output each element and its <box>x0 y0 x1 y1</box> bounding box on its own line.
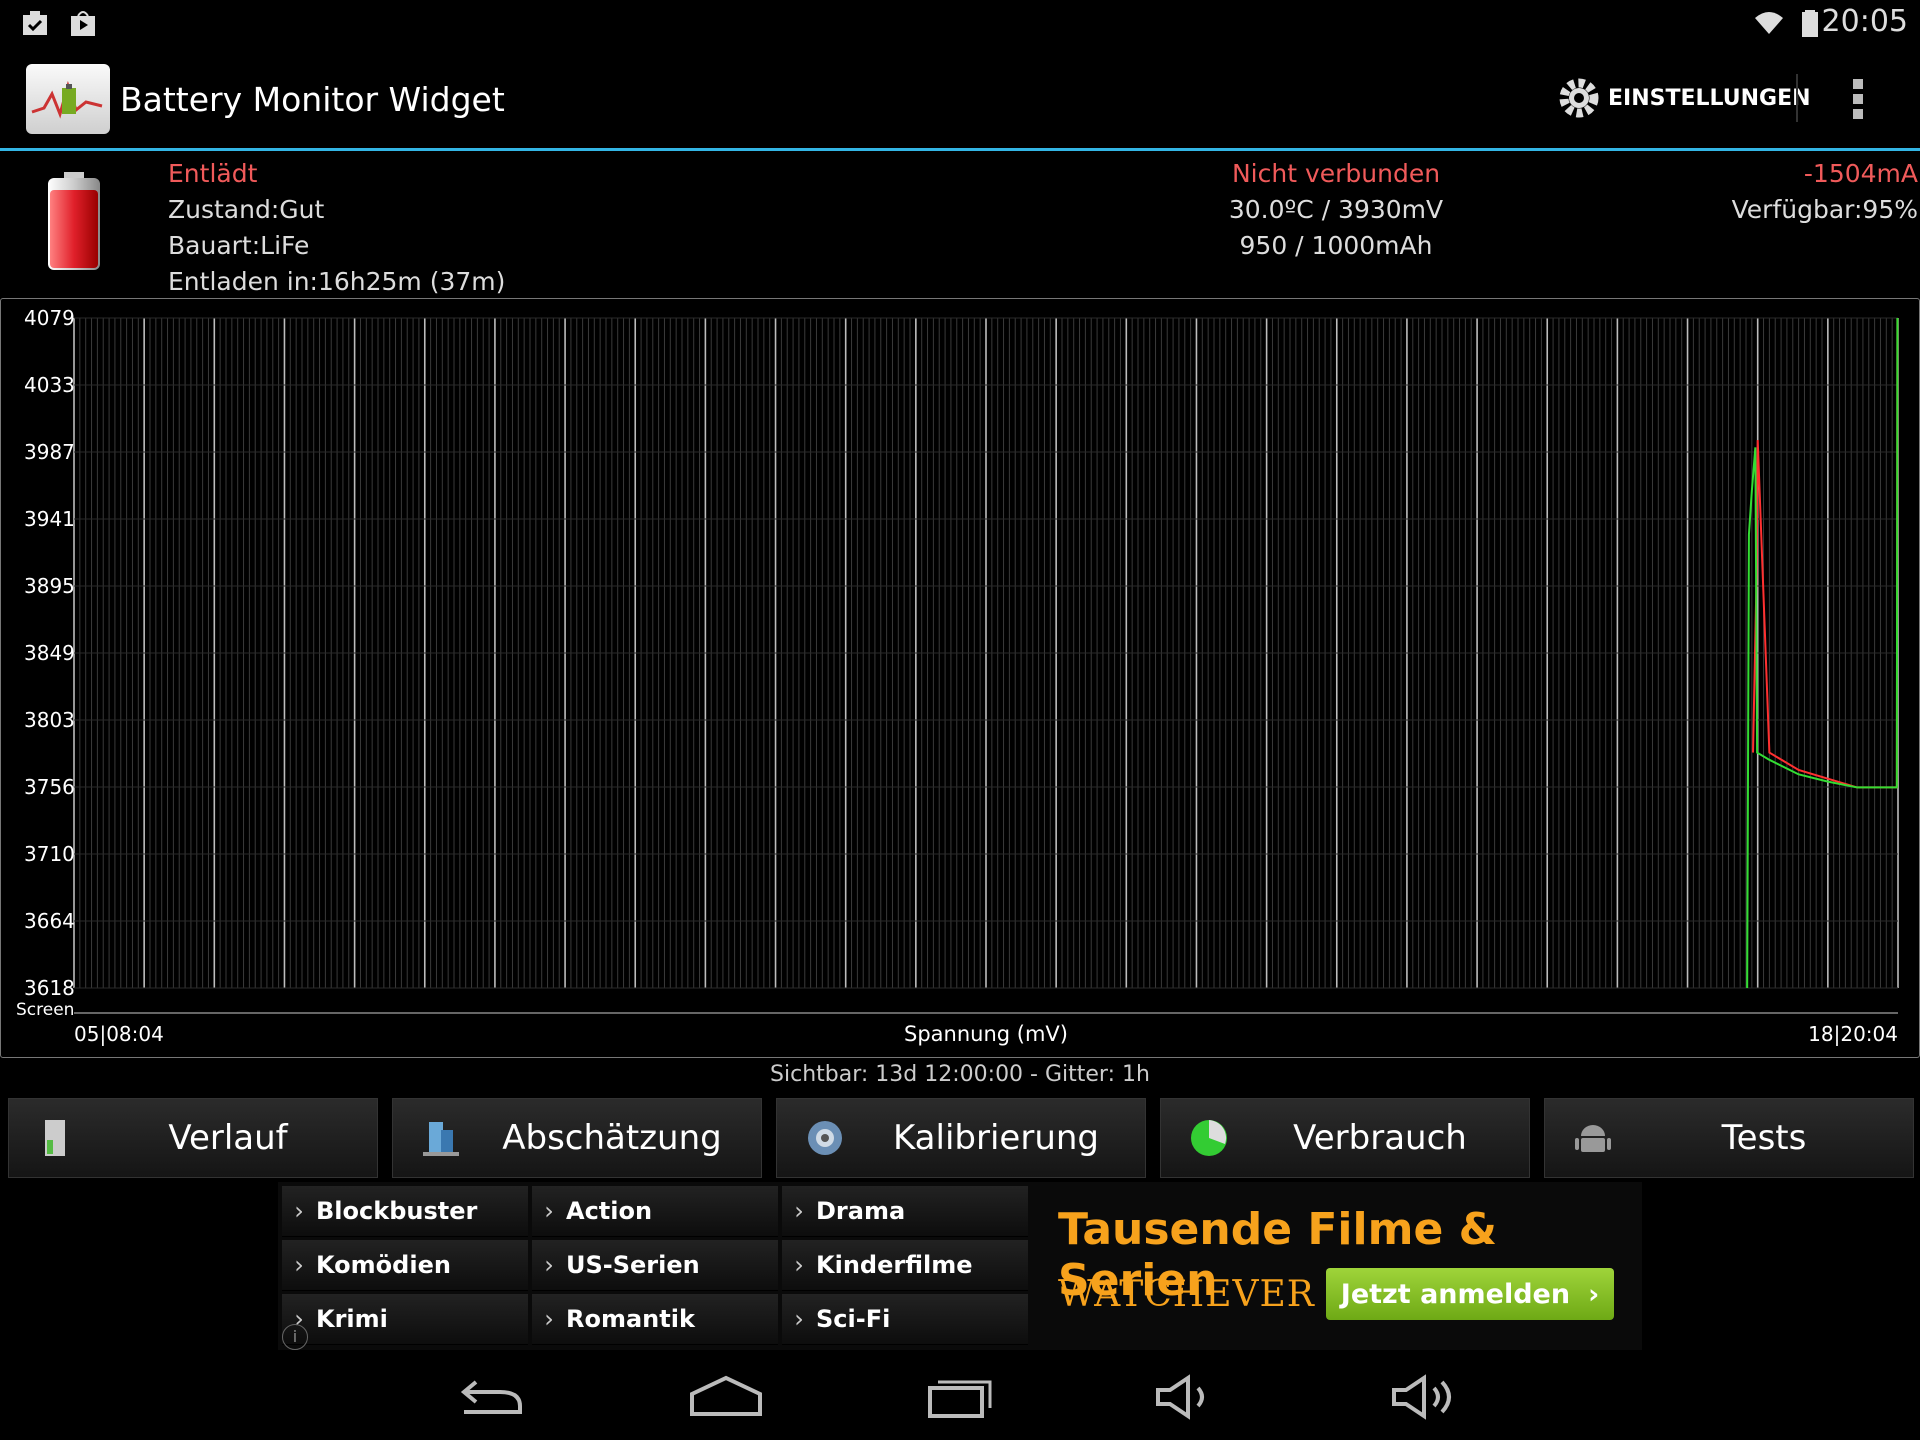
y-tick-label: 3895 <box>24 574 75 598</box>
y-tick-label: 3941 <box>24 507 75 531</box>
screen-row-label: Screen <box>16 1000 74 1020</box>
voltage-chart[interactable]: 4079 4033 3987 3941 3895 3849 3803 3756 3710 3664… <box>0 298 1920 1058</box>
ad-category-sci-fi[interactable]: › Sci-Fi <box>782 1294 1028 1345</box>
ad-category-blockbuster[interactable]: › Blockbuster <box>282 1186 528 1237</box>
available-percent: Verfügbar:95% <box>1731 195 1918 224</box>
connection-status: Nicht verbunden <box>1231 159 1441 188</box>
gear-icon <box>1559 78 1599 118</box>
ad-category-kinderfilme[interactable]: › Kinderfilme <box>782 1240 1028 1291</box>
usage-pie-icon <box>1191 1120 1227 1156</box>
x-start-label: 05|08:04 <box>74 1022 164 1046</box>
ad-banner[interactable]: › Blockbuster › Action › Drama › Komödien › U… <box>278 1182 1642 1350</box>
y-tick-label: 3710 <box>24 842 75 866</box>
y-tick-label: 3664 <box>24 909 75 933</box>
ad-signup-button[interactable]: Jetzt anmelden › <box>1326 1268 1614 1320</box>
ad-category-action[interactable]: › Action <box>532 1186 778 1237</box>
recents-icon[interactable] <box>922 1372 1002 1422</box>
calibration-button[interactable]: Kalibrierung <box>776 1098 1146 1178</box>
y-tick-label: 3849 <box>24 641 75 665</box>
usage-button[interactable]: Verbrauch <box>1160 1098 1530 1178</box>
calibration-label: Kalibrierung <box>892 1118 1099 1158</box>
status-bar: 20:05 <box>0 0 1920 46</box>
action-bar: Battery Monitor Widget EINSTELLUNGEN <box>0 46 1920 151</box>
estimate-button[interactable]: Abschätzung <box>392 1098 762 1178</box>
back-icon[interactable] <box>450 1372 530 1422</box>
visible-range-text: Sichtbar: 13d 12:00:00 - Gitter: 1h <box>770 1062 1150 1087</box>
x-end-label: 18|20:04 <box>1808 1022 1898 1046</box>
history-button[interactable]: Verlauf <box>8 1098 378 1178</box>
volume-down-icon[interactable] <box>1152 1372 1232 1422</box>
play-store-icon <box>71 11 95 36</box>
ad-info-icon[interactable]: i <box>282 1324 308 1350</box>
ad-brand-logo: WATCHEVER <box>1058 1274 1315 1315</box>
ad-category-krimi[interactable]: › Krimi <box>282 1294 528 1345</box>
app-icon[interactable] <box>26 64 110 134</box>
temperature-voltage: 30.0ºC / 3930mV <box>1228 195 1444 224</box>
calibration-icon <box>808 1121 842 1155</box>
y-tick-label: 3756 <box>24 775 75 799</box>
y-tick-label: 3618 <box>24 976 75 1000</box>
volume-up-icon[interactable] <box>1388 1372 1468 1422</box>
settings-label: EINSTELLUNGEN <box>1608 85 1811 111</box>
y-tick-label: 3803 <box>24 708 75 732</box>
ad-category-us-serien[interactable]: › US-Serien <box>532 1240 778 1291</box>
y-tick-label: 3987 <box>24 440 75 464</box>
ad-category-komoedien[interactable]: › Komödien <box>282 1240 528 1291</box>
usage-label: Verbrauch <box>1293 1118 1467 1158</box>
y-axis-title: Spannung (mV) <box>904 1022 1068 1046</box>
current-draw: -1504mA <box>1803 159 1918 188</box>
clipboard-check-icon <box>23 11 47 35</box>
battery-condition: Zustand:Gut <box>168 195 325 224</box>
chevron-right-icon: › <box>1588 1278 1600 1310</box>
action-bar-divider <box>1796 74 1798 122</box>
battery-type: Bauart:LiFe <box>168 231 310 260</box>
app-title: Battery Monitor Widget <box>120 80 505 119</box>
estimate-icon <box>423 1122 459 1156</box>
settings-button[interactable]: EINSTELLUNGEN <box>1556 74 1811 122</box>
home-icon[interactable] <box>686 1372 766 1422</box>
ad-category-romantik[interactable]: › Romantik <box>532 1294 778 1345</box>
overflow-menu-icon[interactable] <box>1848 76 1868 122</box>
capacity: 950 / 1000mAh <box>1239 231 1433 260</box>
history-label: Verlauf <box>168 1118 288 1158</box>
y-tick-label: 4079 <box>24 306 75 330</box>
discharge-time: Entladen in:16h25m (37m) <box>168 267 506 296</box>
y-tick-label: 4033 <box>24 373 75 397</box>
wifi-icon <box>1755 12 1783 34</box>
tests-label: Tests <box>1721 1118 1807 1158</box>
android-icon <box>1575 1125 1611 1152</box>
history-door-icon <box>45 1120 65 1156</box>
charge-state: Entlädt <box>168 159 258 188</box>
tests-button[interactable]: Tests <box>1544 1098 1914 1178</box>
estimate-label: Abschätzung <box>502 1118 722 1158</box>
clock: 20:05 <box>1821 4 1908 39</box>
battery-level-icon <box>48 172 100 270</box>
voltage-series-line-0 <box>1752 317 1899 789</box>
ad-category-drama[interactable]: › Drama <box>782 1186 1028 1237</box>
